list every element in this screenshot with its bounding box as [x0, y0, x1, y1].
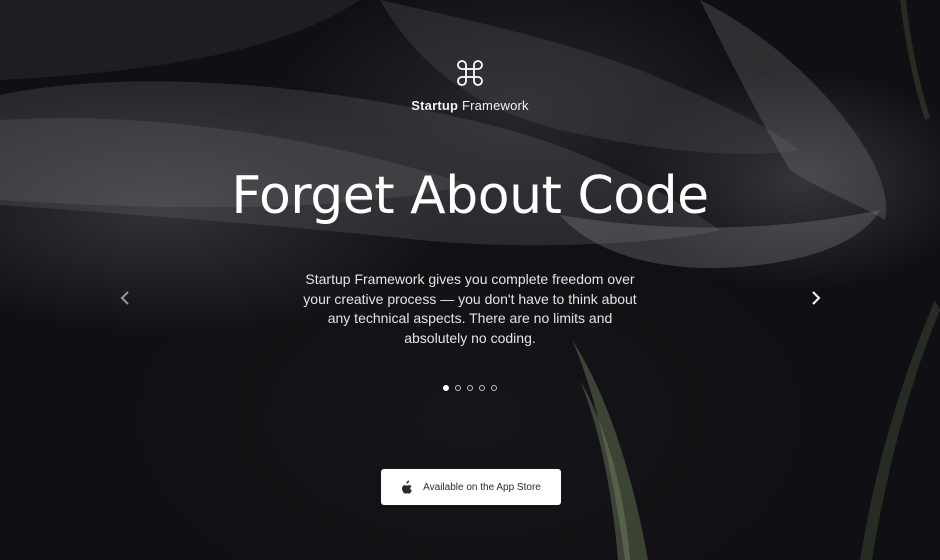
- chevron-right-icon: [812, 291, 821, 305]
- carousel-dot[interactable]: [455, 385, 461, 391]
- carousel-prev-button[interactable]: [116, 288, 134, 308]
- carousel-next-button[interactable]: [807, 288, 825, 308]
- chevron-left-icon: [120, 291, 129, 305]
- carousel-indicators: [0, 385, 940, 391]
- brand-name-bold: Startup: [411, 98, 459, 113]
- hero-section: Startup Framework Forget About Code Star…: [0, 0, 940, 560]
- command-icon: [457, 60, 483, 86]
- carousel-dot[interactable]: [479, 385, 485, 391]
- app-store-label: Available on the App Store: [423, 481, 541, 493]
- hero-headline: Forget About Code: [231, 166, 709, 226]
- app-store-button[interactable]: Available on the App Store: [381, 469, 561, 505]
- brand-name: Startup Framework: [0, 98, 940, 113]
- hero-description: Startup Framework gives you complete fre…: [303, 271, 637, 346]
- carousel-dot[interactable]: [491, 385, 497, 391]
- brand: Startup Framework: [0, 58, 940, 113]
- carousel-dot[interactable]: [443, 385, 449, 391]
- brand-name-rest: Framework: [458, 98, 529, 113]
- apple-icon: [402, 480, 413, 494]
- carousel-dot[interactable]: [467, 385, 473, 391]
